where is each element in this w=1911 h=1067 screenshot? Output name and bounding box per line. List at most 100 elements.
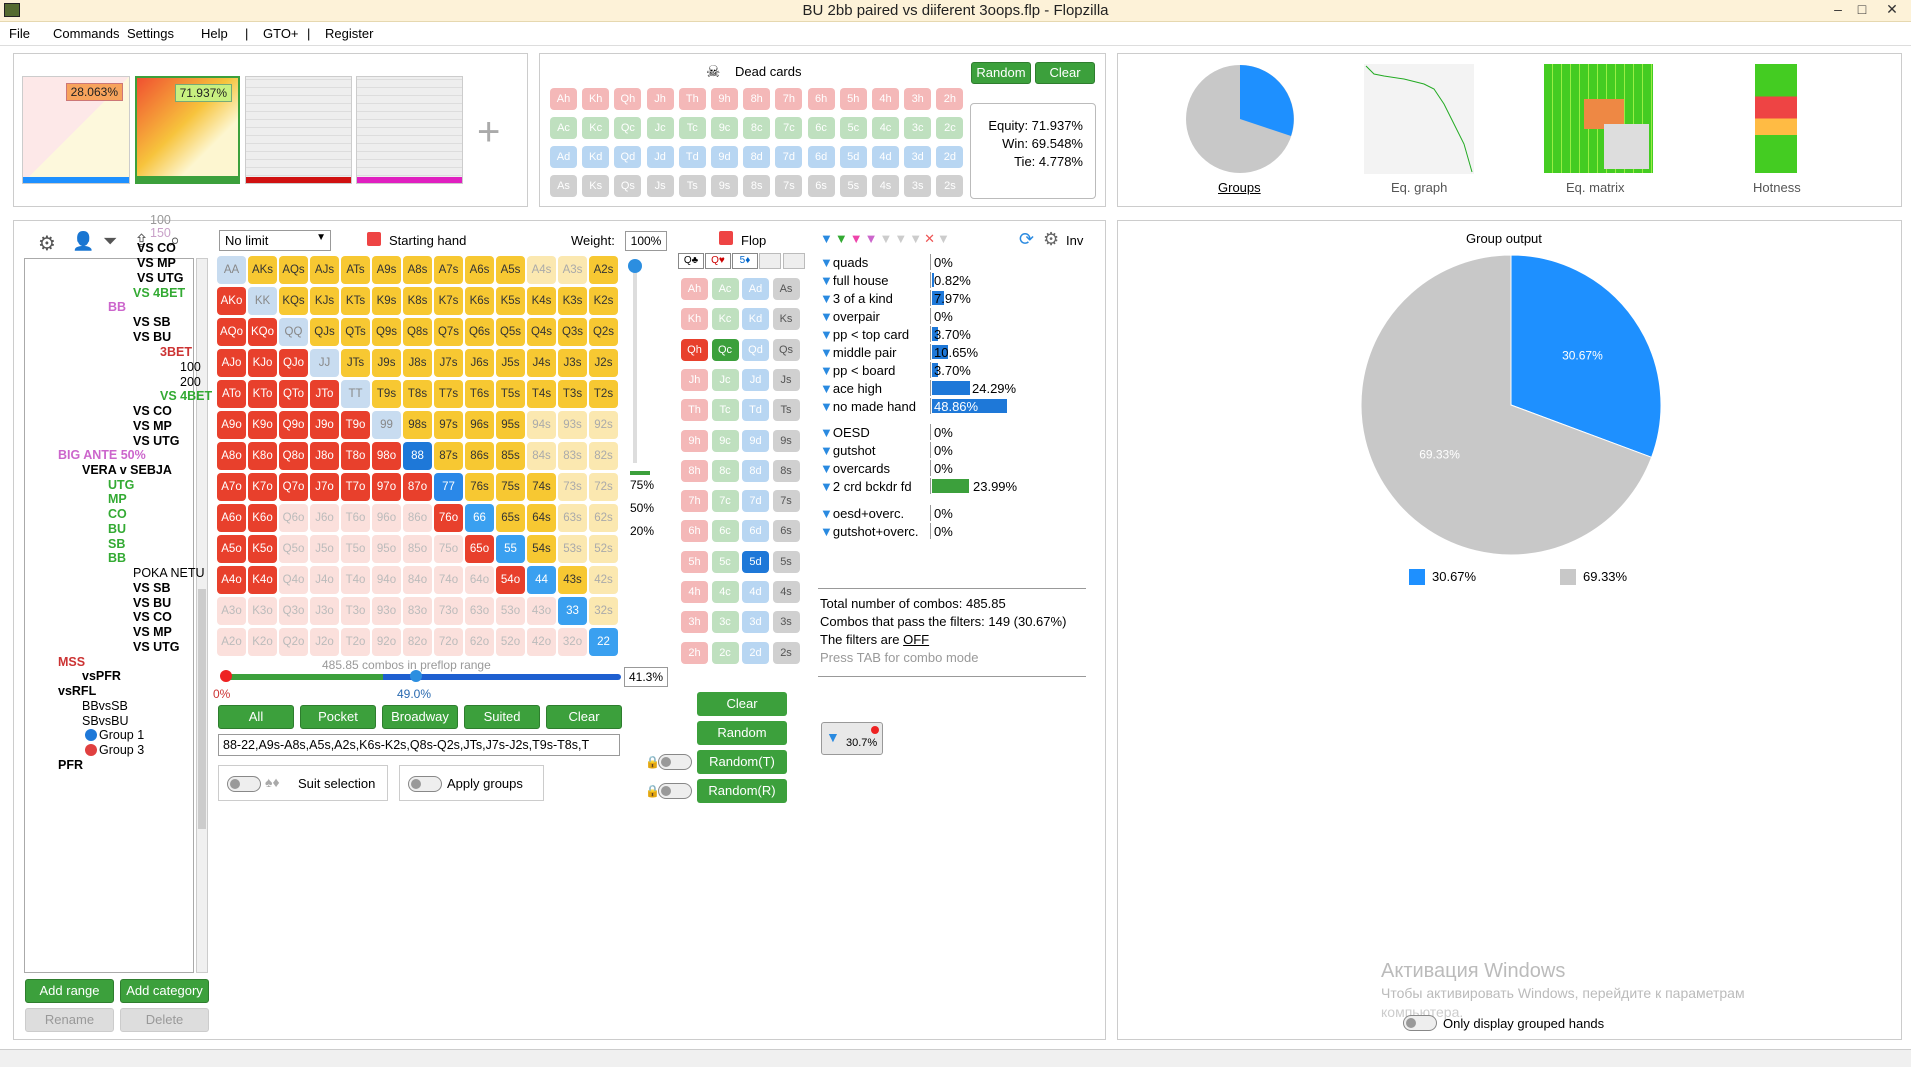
grid-cell-75o[interactable]: 75o [434, 535, 463, 563]
dead-card-8s[interactable]: 8s [743, 175, 771, 197]
grid-cell-82o[interactable]: 82o [403, 628, 432, 656]
grid-cell-J5o[interactable]: J5o [310, 535, 339, 563]
filter-quads[interactable]: ▼quads [820, 255, 868, 270]
grid-cell-AJs[interactable]: AJs [310, 256, 339, 284]
grid-cell-KQs[interactable]: KQs [279, 287, 308, 315]
tree-item[interactable]: MSS [58, 655, 85, 669]
grid-cell-K6o[interactable]: K6o [248, 504, 277, 532]
select-all-button[interactable]: All [218, 705, 294, 729]
add-range-button[interactable]: Add range [25, 979, 114, 1003]
dead-card-3d[interactable]: 3d [904, 146, 932, 168]
flop-card-7s[interactable]: 7s [772, 490, 800, 513]
flop-card-Qd[interactable]: Qd [742, 338, 769, 361]
menu-item-3[interactable]: Help [201, 26, 228, 41]
grid-cell-98s[interactable]: 98s [403, 411, 432, 439]
flop-card-Ks[interactable]: Ks [772, 308, 800, 331]
grid-cell-A5o[interactable]: A5o [217, 535, 246, 563]
grid-cell-J4o[interactable]: J4o [310, 566, 339, 594]
tree-item[interactable]: VS 4BET [133, 286, 185, 300]
grid-cell-94s[interactable]: 94s [527, 411, 556, 439]
flop-card-2s[interactable]: 2s [772, 641, 800, 664]
draw-filter-0[interactable]: ▼OESD [820, 425, 870, 440]
flop-card-Tc[interactable]: Tc [711, 399, 739, 422]
grid-cell-83s[interactable]: 83s [558, 442, 587, 470]
dead-card-4h[interactable]: 4h [872, 88, 899, 110]
flop-card-9h[interactable]: 9h [681, 429, 708, 452]
grid-cell-K3s[interactable]: K3s [558, 287, 587, 315]
view-groups[interactable]: Groups [1218, 180, 1261, 195]
board-slot-3[interactable]: 5♦ [732, 253, 758, 269]
flop-card-4s[interactable]: 4s [772, 581, 800, 603]
dead-card-Ad[interactable]: Ad [550, 146, 577, 168]
range-thumb-3[interactable] [245, 76, 352, 184]
grid-cell-97o[interactable]: 97o [372, 473, 401, 501]
eq-matrix-thumb[interactable] [1544, 64, 1653, 173]
dead-card-Tc[interactable]: Tc [678, 117, 706, 139]
dead-card-Ac[interactable]: Ac [550, 117, 577, 139]
dead-card-8c[interactable]: 8c [743, 117, 771, 139]
grid-cell-K8o[interactable]: K8o [248, 442, 277, 470]
grid-cell-KJs[interactable]: KJs [310, 287, 339, 315]
flop-card-3s[interactable]: 3s [772, 611, 800, 634]
grid-cell-95o[interactable]: 95o [372, 535, 401, 563]
grid-cell-73o[interactable]: 73o [434, 597, 463, 625]
menu-item-7[interactable]: Register [325, 26, 373, 41]
dead-card-Js[interactable]: Js [646, 175, 674, 197]
tree-item[interactable]: VS SB [133, 581, 171, 595]
grid-cell-Q2s[interactable]: Q2s [589, 318, 618, 346]
flop-card-3d[interactable]: 3d [742, 611, 769, 634]
grid-cell-T7o[interactable]: T7o [341, 473, 370, 501]
tree-item[interactable]: PFR [58, 758, 83, 772]
grid-cell-98o[interactable]: 98o [372, 442, 401, 470]
grid-cell-Q6s[interactable]: Q6s [465, 318, 494, 346]
dead-card-3c[interactable]: 3c [904, 117, 932, 139]
grid-cell-K2o[interactable]: K2o [248, 628, 277, 656]
flop-card-4h[interactable]: 4h [681, 581, 708, 603]
grid-cell-97s[interactable]: 97s [434, 411, 463, 439]
grid-cell-K5s[interactable]: K5s [496, 287, 525, 315]
dead-card-6s[interactable]: 6s [807, 175, 835, 197]
grid-cell-Q2o[interactable]: Q2o [279, 628, 308, 656]
dead-card-8h[interactable]: 8h [743, 88, 771, 110]
range-text-input[interactable]: 88-22,A9s-A8s,A5s,A2s,K6s-K2s,Q8s-Q2s,JT… [218, 734, 620, 756]
flop-card-Kd[interactable]: Kd [742, 308, 769, 331]
grid-cell-52s[interactable]: 52s [589, 535, 618, 563]
grid-cell-76o[interactable]: 76o [434, 504, 463, 532]
flop-random-button[interactable]: Random [697, 721, 787, 745]
dead-card-8d[interactable]: 8d [743, 146, 771, 168]
grid-cell-T4s[interactable]: T4s [527, 380, 556, 408]
dead-card-Qc[interactable]: Qc [614, 117, 642, 139]
flop-card-7d[interactable]: 7d [742, 490, 769, 513]
view-eq-graph[interactable]: Eq. graph [1391, 180, 1447, 195]
grid-cell-Q4o[interactable]: Q4o [279, 566, 308, 594]
flop-card-Qs[interactable]: Qs [772, 338, 800, 361]
flop-card-9d[interactable]: 9d [742, 429, 769, 452]
flop-card-Ad[interactable]: Ad [742, 278, 769, 300]
grid-cell-A2o[interactable]: A2o [217, 628, 246, 656]
dead-card-Td[interactable]: Td [678, 146, 706, 168]
grid-cell-K6s[interactable]: K6s [465, 287, 494, 315]
tree-item[interactable]: Group 1 [99, 728, 144, 742]
grid-cell-93s[interactable]: 93s [558, 411, 587, 439]
grid-cell-K4o[interactable]: K4o [248, 566, 277, 594]
filter-pp-top-card[interactable]: ▼pp < top card [820, 327, 909, 342]
grid-cell-KQo[interactable]: KQo [248, 318, 277, 346]
flop-card-3c[interactable]: 3c [711, 611, 739, 634]
menu-item-0[interactable]: File [9, 26, 30, 41]
grid-cell-95s[interactable]: 95s [496, 411, 525, 439]
grid-cell-92s[interactable]: 92s [589, 411, 618, 439]
dead-card-5h[interactable]: 5h [839, 88, 867, 110]
grid-cell-T4o[interactable]: T4o [341, 566, 370, 594]
filter-pp-board[interactable]: ▼pp < board [820, 363, 895, 378]
tree-item[interactable]: VS CO [133, 610, 172, 624]
flop-card-6c[interactable]: 6c [711, 520, 739, 543]
flop-card-Jc[interactable]: Jc [711, 368, 739, 391]
filter-3-of-a-kind[interactable]: ▼3 of a kind [820, 291, 893, 306]
dead-card-Ah[interactable]: Ah [550, 88, 577, 110]
grid-cell-86s[interactable]: 86s [465, 442, 494, 470]
flop-card-8s[interactable]: 8s [772, 459, 800, 482]
grid-cell-AKo[interactable]: AKo [217, 287, 246, 315]
draw-filter-2[interactable]: ▼overcards [820, 461, 890, 476]
grid-cell-T9o[interactable]: T9o [341, 411, 370, 439]
flop-card-Ts[interactable]: Ts [772, 399, 800, 422]
